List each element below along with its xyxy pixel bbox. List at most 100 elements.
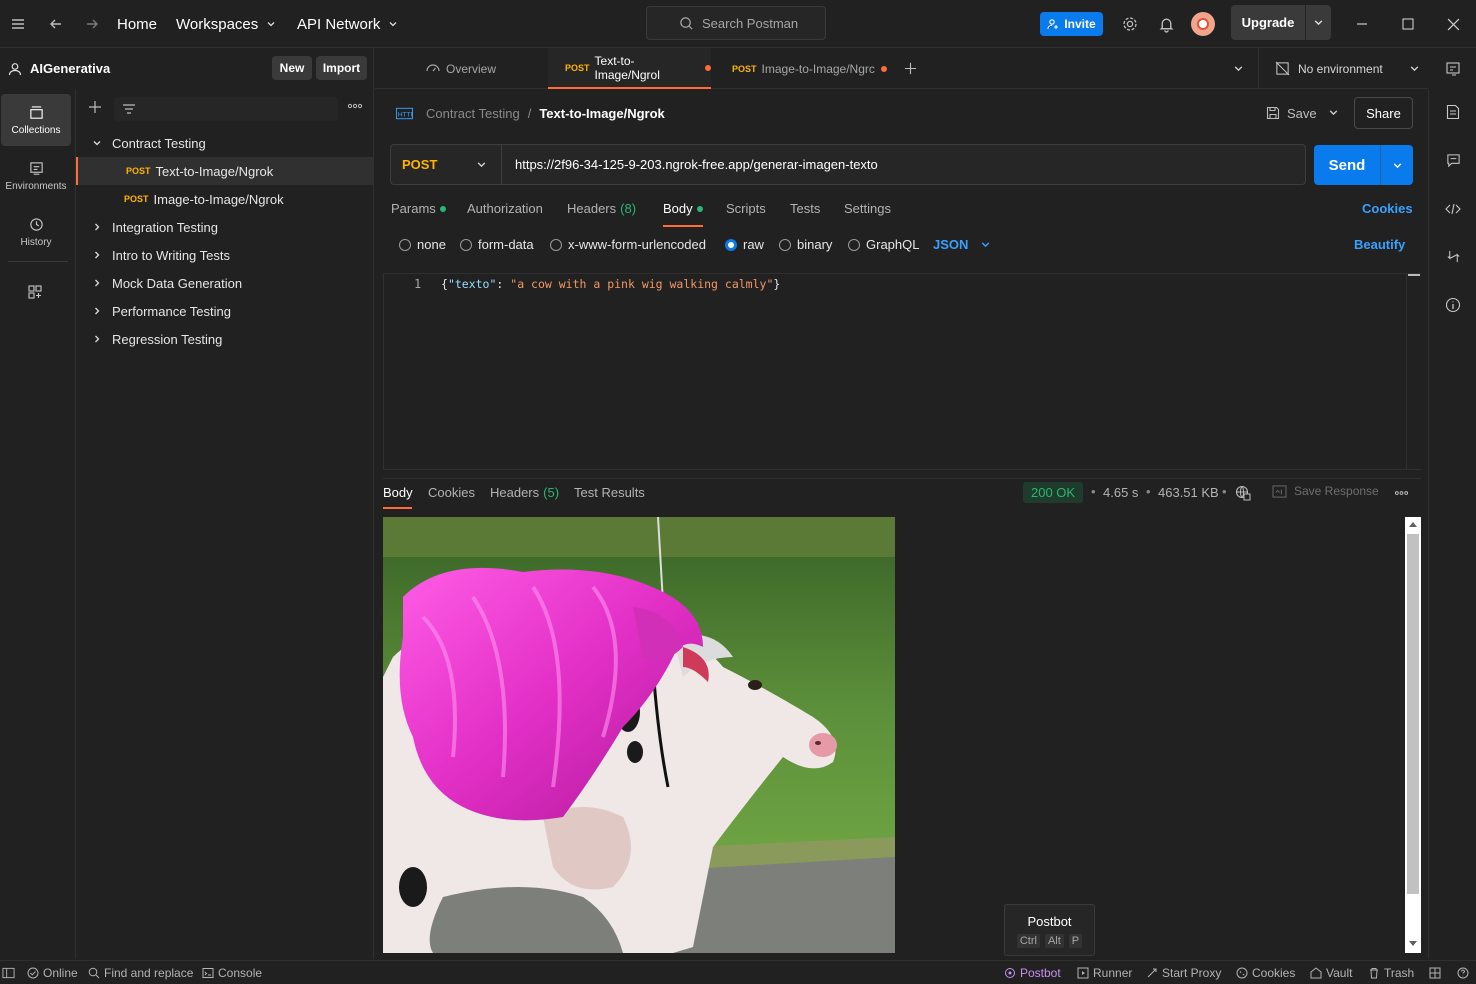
invite-button[interactable]: Invite [1040,12,1103,36]
postbot-button[interactable]: Postbot [1004,961,1061,984]
tab-headers[interactable]: Headers (8) [567,201,636,216]
response-tab-body[interactable]: Body [383,485,413,500]
editor-scrollbar[interactable] [1406,274,1420,469]
save-response-button[interactable]: Save Response [1272,484,1379,498]
tab-authorization[interactable]: Authorization [467,201,543,216]
send-options-chevron-icon[interactable] [1392,160,1403,171]
status-badge[interactable]: 200 OK [1023,482,1084,503]
workspace-name[interactable]: AIGenerativa [8,48,110,89]
rail-collections[interactable]: Collections [1,94,71,146]
rail-environments[interactable]: Environments [1,150,71,202]
response-more-icon[interactable] [1394,490,1409,496]
comments-icon[interactable] [1446,153,1461,168]
runner-button[interactable]: Runner [1077,961,1132,984]
info-icon[interactable] [1445,297,1461,313]
nav-home[interactable]: Home [117,0,157,48]
environment-quick-look-icon[interactable] [1445,48,1461,89]
tab-tests[interactable]: Tests [790,201,820,216]
save-button[interactable]: Save [1266,100,1317,126]
back-arrow-icon[interactable] [48,0,64,48]
scroll-down-icon[interactable] [1409,941,1417,947]
menu-icon[interactable] [10,0,26,48]
response-time[interactable]: 4.65 s [1103,485,1138,500]
cookies-link[interactable]: Cookies [1362,201,1413,216]
avatar[interactable] [1191,12,1215,36]
url-input[interactable]: https://2f96-34-125-9-203.ngrok-free.app… [502,157,878,172]
console-button[interactable]: Console [202,961,262,984]
filter-input[interactable] [114,97,338,121]
breadcrumb-parent[interactable]: Contract Testing [426,106,520,121]
toggle-sidebar-icon[interactable] [2,961,15,984]
collection-intro-writing-tests[interactable]: Intro to Writing Tests [76,241,374,269]
collection-regression-testing[interactable]: Regression Testing [76,325,374,353]
share-button[interactable]: Share [1354,97,1413,129]
nav-workspaces[interactable]: Workspaces [176,0,276,48]
response-tab-headers[interactable]: Headers (5) [490,485,559,500]
tab-scripts[interactable]: Scripts [726,201,766,216]
code-colon: : [496,277,511,291]
radio-form-data[interactable]: form-data [460,237,534,252]
tab-overview[interactable]: Overview [426,48,496,89]
tab-params[interactable]: Params [391,201,446,216]
tab-settings[interactable]: Settings [844,201,891,216]
rail-history[interactable]: History [1,206,71,258]
forward-arrow-icon[interactable] [84,0,100,48]
scroll-thumb[interactable] [1407,534,1419,894]
nav-api-network[interactable]: API Network [297,0,398,48]
trash-button[interactable]: Trash [1368,961,1414,984]
tab-text-to-image[interactable]: POST Text-to-Image/Ngrol [548,48,711,89]
add-collection-icon[interactable] [88,100,102,114]
method-select[interactable]: POST [391,145,502,184]
tabs-menu-chevron-icon[interactable] [1233,48,1244,89]
scroll-up-icon[interactable] [1409,521,1417,527]
documentation-icon[interactable] [1446,104,1460,120]
chevron-down-icon[interactable] [1313,17,1324,28]
new-tab-plus-icon[interactable] [904,48,917,89]
vault-button[interactable]: Vault [1310,961,1352,984]
response-scrollbar[interactable] [1405,517,1421,953]
request-item-image-to-image[interactable]: POST Image-to-Image/Ngrok [76,185,374,213]
start-proxy-button[interactable]: Start Proxy [1146,961,1221,984]
code-snippet-icon[interactable] [1445,201,1461,217]
find-replace-button[interactable]: Find and replace [88,961,193,984]
collection-mock-data[interactable]: Mock Data Generation [76,269,374,297]
configure-workbench-icon[interactable] [27,284,43,300]
radio-binary[interactable]: binary [779,237,832,252]
import-button[interactable]: Import [316,56,367,80]
more-options-icon[interactable] [347,103,363,109]
maximize-icon[interactable] [1402,0,1414,48]
collection-performance-testing[interactable]: Performance Testing [76,297,374,325]
request-item-text-to-image[interactable]: POST Text-to-Image/Ngrok [76,157,374,185]
minimize-icon[interactable] [1356,0,1368,48]
response-tab-cookies[interactable]: Cookies [428,485,475,500]
network-globe-icon[interactable] [1235,485,1251,501]
beautify-link[interactable]: Beautify [1354,237,1405,252]
collection-contract-testing[interactable]: Contract Testing [76,129,374,157]
settings-gear-icon[interactable] [1121,0,1139,48]
close-icon[interactable] [1447,0,1460,48]
tab-image-to-image[interactable]: POST Image-to-Image/Ngrc [732,48,887,89]
collection-integration-testing[interactable]: Integration Testing [76,213,374,241]
search-input[interactable]: Search Postman [646,6,826,40]
online-status[interactable]: Online [27,961,78,984]
radio-raw[interactable]: raw [725,237,764,252]
environment-selector[interactable]: No environment [1275,48,1420,89]
new-button[interactable]: New [272,56,312,80]
radio-none[interactable]: none [399,237,446,252]
radio-urlencoded[interactable]: x-www-form-urlencoded [550,237,706,252]
help-icon[interactable] [1457,961,1469,984]
notifications-bell-icon[interactable] [1158,0,1175,48]
upgrade-button[interactable]: Upgrade [1231,5,1331,40]
send-button[interactable]: Send [1314,157,1380,174]
format-select[interactable]: JSON [933,237,991,252]
related-collections-icon[interactable] [1446,249,1461,264]
breadcrumb-current[interactable]: Text-to-Image/Ngrok [539,106,664,121]
tab-body[interactable]: Body [663,201,703,216]
response-size[interactable]: 463.51 KB [1158,485,1219,500]
response-tab-test-results[interactable]: Test Results [574,485,645,500]
layout-toggle-icon[interactable] [1429,961,1441,984]
cookies-status-button[interactable]: Cookies [1236,961,1295,984]
radio-graphql[interactable]: GraphQL [848,237,919,252]
save-options-chevron-icon[interactable] [1328,107,1339,118]
body-editor[interactable]: 1 {"texto": "a cow with a pink wig walki… [383,273,1421,470]
